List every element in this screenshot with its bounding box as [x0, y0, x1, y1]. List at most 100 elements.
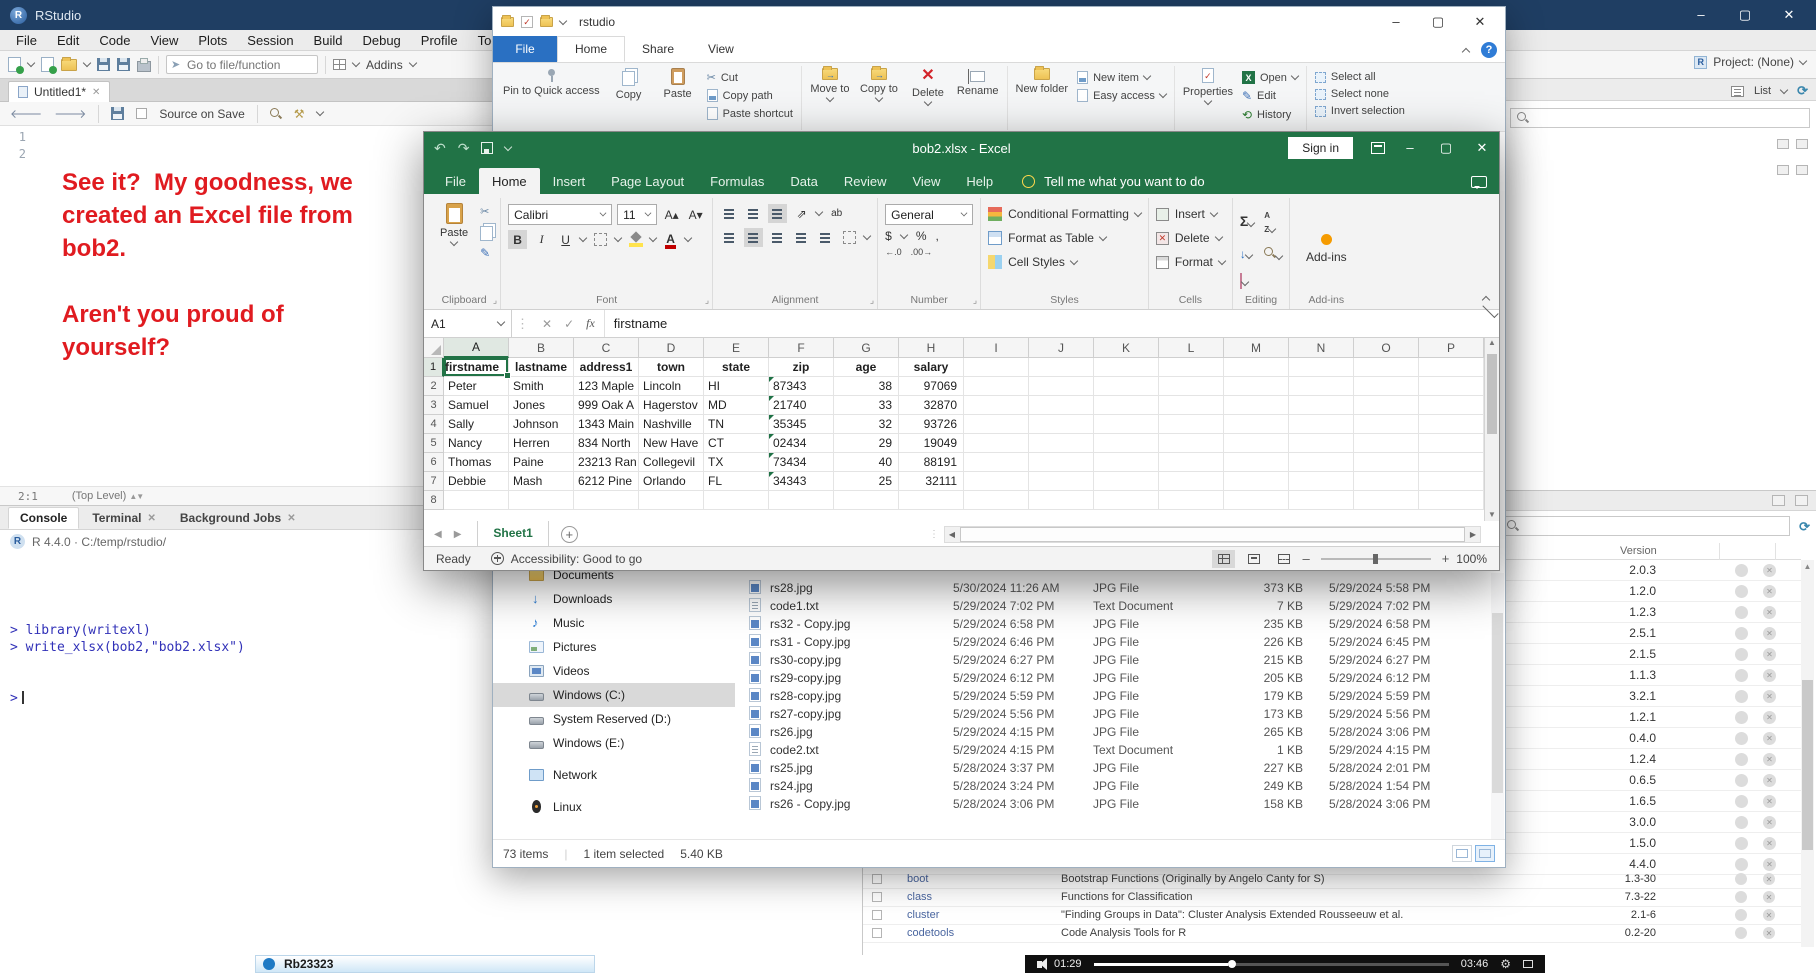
package-link-icon[interactable]: [1735, 564, 1748, 577]
cell-empty[interactable]: [1354, 396, 1419, 415]
tab-file[interactable]: File: [432, 168, 479, 194]
formula-value[interactable]: firstname: [605, 310, 1482, 337]
cell-empty[interactable]: [1094, 434, 1159, 453]
column-header[interactable]: E: [704, 338, 769, 358]
cell-empty[interactable]: [834, 491, 899, 510]
cell-age[interactable]: 25: [834, 472, 899, 491]
sidebar-item[interactable]: Pictures: [493, 635, 735, 659]
ribbon-tab[interactable]: Formulas: [697, 168, 777, 194]
copy-to-button[interactable]: Copy to: [859, 66, 899, 101]
cell-empty[interactable]: [1354, 434, 1419, 453]
tab-background-jobs[interactable]: Background Jobs✕: [169, 507, 307, 529]
close-tab-icon[interactable]: ✕: [287, 513, 295, 524]
tab-home[interactable]: Home: [479, 168, 540, 194]
file-name[interactable]: rs28-copy.jpg: [770, 689, 945, 703]
column-header[interactable]: G: [834, 338, 899, 358]
column-header[interactable]: L: [1159, 338, 1224, 358]
tell-me-box[interactable]: Tell me what you want to do: [1022, 174, 1204, 189]
package-row[interactable]: boot Bootstrap Functions (Originally by …: [863, 871, 1801, 889]
scrollbar-thumb[interactable]: [1487, 354, 1497, 434]
cell-age[interactable]: 33: [834, 396, 899, 415]
dialog-launcher-icon[interactable]: [973, 295, 977, 306]
cell-empty[interactable]: [1224, 472, 1289, 491]
package-remove-icon[interactable]: ✕: [1763, 690, 1776, 703]
package-remove-icon[interactable]: ✕: [1763, 606, 1776, 619]
cell-empty[interactable]: [1094, 472, 1159, 491]
chevron-down-icon[interactable]: [83, 59, 91, 67]
cell-empty[interactable]: [1289, 396, 1354, 415]
decrease-indent-button[interactable]: [792, 228, 811, 247]
file-name[interactable]: rs29-copy.jpg: [770, 671, 945, 685]
new-file-icon[interactable]: [8, 57, 21, 72]
package-checkbox[interactable]: [872, 892, 882, 902]
cell-empty[interactable]: [1159, 396, 1224, 415]
ribbon-tab[interactable]: Share: [625, 36, 691, 62]
row-number[interactable]: 1: [424, 358, 444, 377]
select-all-button[interactable]: Select all: [1315, 71, 1405, 83]
cell-zip[interactable]: 87343: [769, 377, 834, 396]
file-row[interactable]: rs25.jpg 5/28/2024 3:37 PM JPG File 227 …: [743, 759, 1489, 777]
taskbar-preview-thumbnail[interactable]: Rb23323: [255, 955, 595, 973]
package-checkbox[interactable]: [872, 874, 882, 884]
sidebar-item[interactable]: Linux: [493, 795, 735, 819]
package-link-icon[interactable]: [1735, 606, 1748, 619]
explorer-scrollbar[interactable]: [1491, 573, 1504, 839]
cell-firstname[interactable]: Sally: [444, 415, 509, 434]
cell-empty[interactable]: [1094, 453, 1159, 472]
file-row[interactable]: rs24.jpg 5/28/2024 3:24 PM JPG File 249 …: [743, 777, 1489, 795]
cell-empty[interactable]: [509, 491, 574, 510]
chevron-down-icon[interactable]: [1780, 85, 1788, 93]
package-remove-icon[interactable]: ✕: [1763, 774, 1776, 787]
cell-empty[interactable]: [1029, 415, 1094, 434]
cell-town[interactable]: Collegevil: [639, 453, 704, 472]
cell-lastname[interactable]: Smith: [509, 377, 574, 396]
package-remove-icon[interactable]: ✕: [1763, 753, 1776, 766]
file-name[interactable]: rs25.jpg: [770, 761, 945, 775]
close-icon[interactable]: ✕: [1473, 14, 1487, 30]
wrap-text-button[interactable]: ab: [827, 204, 846, 223]
column-header[interactable]: J: [1029, 338, 1094, 358]
video-seek-handle[interactable]: [1228, 960, 1236, 968]
cell-salary[interactable]: 32870: [899, 396, 964, 415]
chevron-down-icon[interactable]: [815, 208, 823, 216]
cell-empty[interactable]: [1354, 415, 1419, 434]
column-header[interactable]: O: [1354, 338, 1419, 358]
cell-empty[interactable]: [1159, 491, 1224, 510]
cell-zip[interactable]: 34343: [769, 472, 834, 491]
package-remove-icon[interactable]: ✕: [1763, 795, 1776, 808]
cell-empty[interactable]: [899, 491, 964, 510]
cell-empty[interactable]: [1029, 377, 1094, 396]
file-row[interactable]: rs32 - Copy.jpg 5/29/2024 6:58 PM JPG Fi…: [743, 615, 1489, 633]
qat-customize-icon[interactable]: [504, 142, 512, 150]
ribbon-tab[interactable]: Insert: [540, 168, 599, 194]
column-header[interactable]: N: [1289, 338, 1354, 358]
quick-access-properties-icon[interactable]: ✓: [521, 16, 533, 28]
cell-empty[interactable]: [1159, 377, 1224, 396]
cell-lastname[interactable]: Mash: [509, 472, 574, 491]
cell-state[interactable]: MD: [704, 396, 769, 415]
new-folder-qat-icon[interactable]: [540, 17, 553, 27]
package-link-icon[interactable]: [1735, 732, 1748, 745]
cell-empty[interactable]: [1224, 453, 1289, 472]
bold-button[interactable]: B: [508, 230, 527, 249]
maximize-icon[interactable]: ▢: [1431, 14, 1445, 30]
package-remove-icon[interactable]: ✕: [1763, 732, 1776, 745]
sheet-tab-sheet1[interactable]: Sheet1: [477, 521, 548, 548]
sign-in-button[interactable]: Sign in: [1288, 137, 1353, 159]
fill-color-button[interactable]: [626, 230, 645, 249]
delete-cells-button[interactable]: ✕Delete: [1156, 228, 1225, 248]
forward-icon[interactable]: 🡒: [54, 106, 86, 121]
cell-empty[interactable]: [1094, 491, 1159, 510]
column-header[interactable]: A: [444, 338, 509, 358]
format-as-table-button[interactable]: Format as Table: [988, 228, 1141, 248]
dialog-launcher-icon[interactable]: [493, 295, 497, 306]
cell-empty[interactable]: [1159, 358, 1224, 377]
copy-button[interactable]: Copy: [609, 66, 649, 101]
addins-button[interactable]: Add-ins: [1297, 200, 1355, 291]
ribbon-tab[interactable]: View: [899, 168, 953, 194]
rename-button[interactable]: Rename: [957, 66, 999, 97]
file-row[interactable]: rs30-copy.jpg 5/29/2024 6:27 PM JPG File…: [743, 651, 1489, 669]
file-name[interactable]: code1.txt: [770, 599, 945, 613]
cell-empty[interactable]: [1224, 358, 1289, 377]
conditional-formatting-button[interactable]: Conditional Formatting: [988, 204, 1141, 224]
